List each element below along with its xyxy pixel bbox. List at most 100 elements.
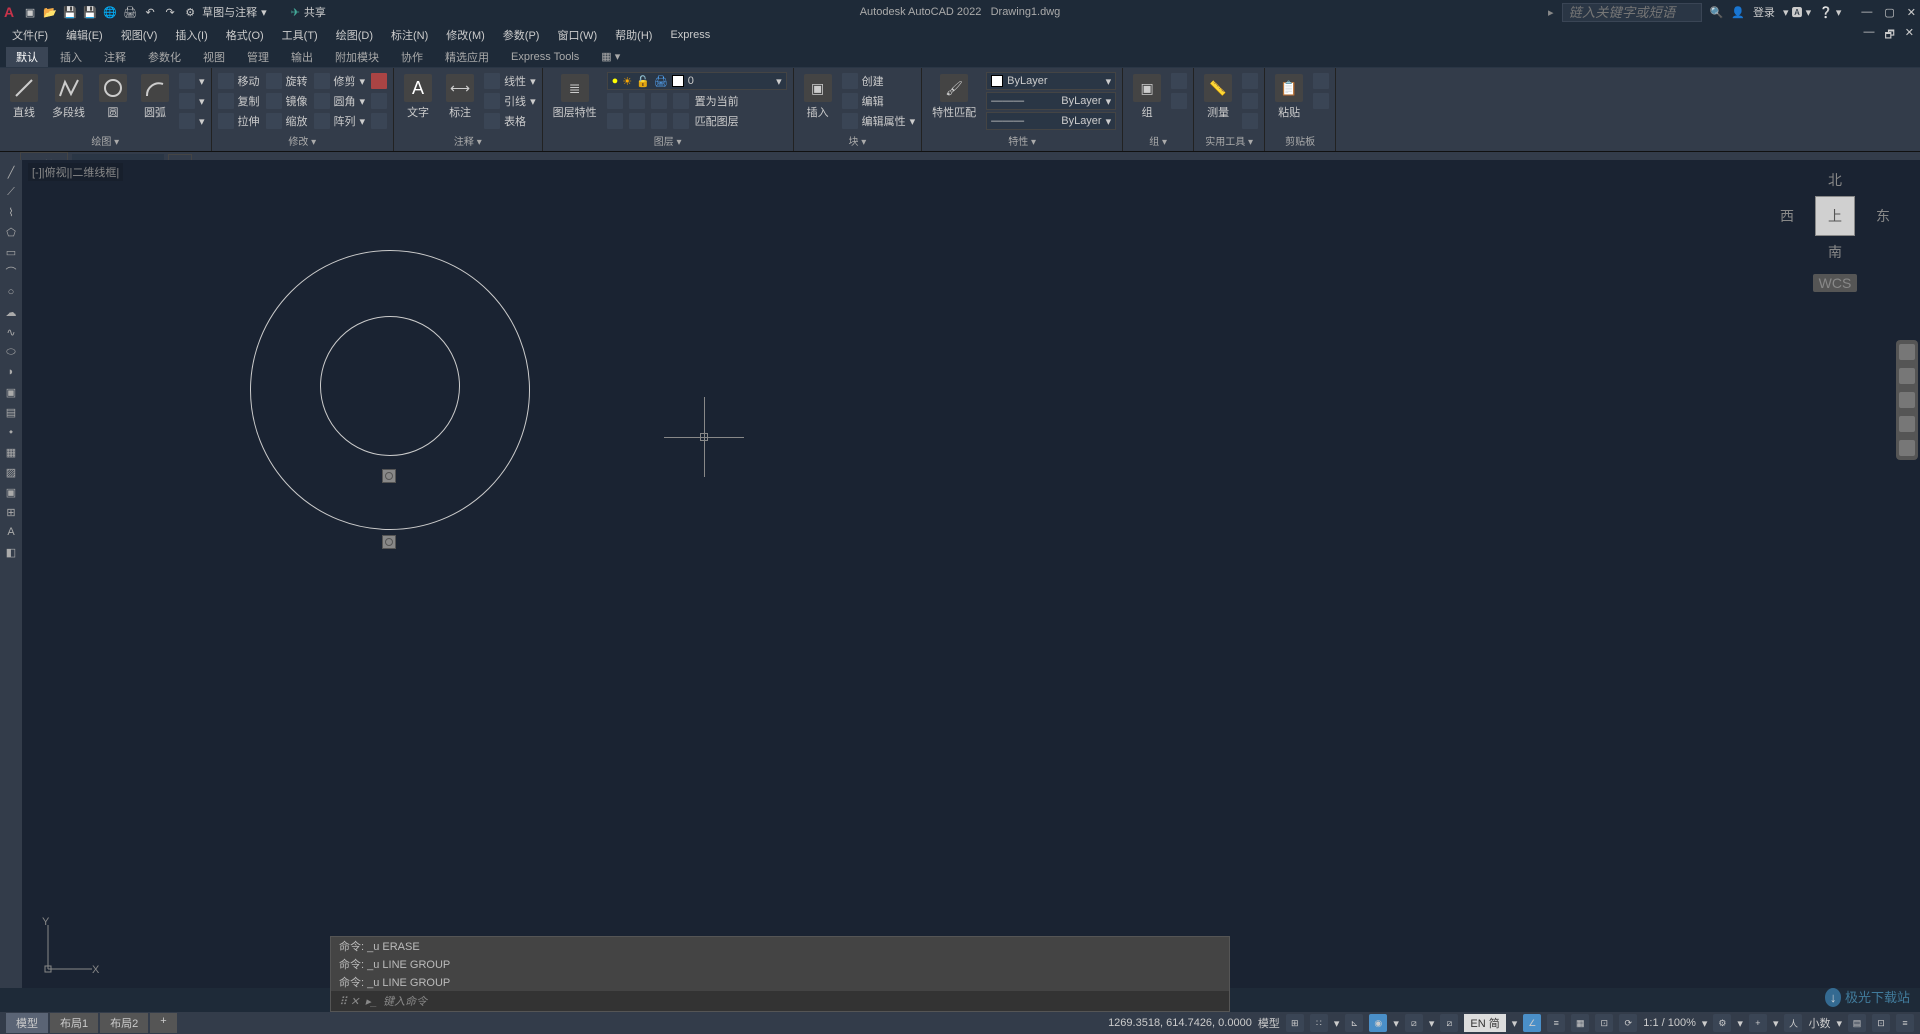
- command-window[interactable]: 命令: _u ERASE 命令: _u LINE GROUP 命令: _u LI…: [330, 936, 1230, 1012]
- polygon-tool-icon[interactable]: ⬠: [3, 224, 19, 240]
- viewcube-top[interactable]: 上: [1815, 196, 1855, 236]
- leader-button[interactable]: 引线 ▾: [484, 92, 536, 110]
- ellipsearc-tool-icon[interactable]: ◗: [3, 364, 19, 380]
- insert-button[interactable]: ▣插入: [800, 72, 836, 122]
- command-input[interactable]: ⠿ ✕▸_键入命令: [331, 991, 1229, 1011]
- lineweight-combo[interactable]: ———ByLayer▾: [986, 92, 1116, 110]
- layout-tab-1[interactable]: 布局1: [50, 1013, 98, 1033]
- match-layer-button[interactable]: 匹配图层: [695, 113, 739, 129]
- saveas-icon[interactable]: 💾: [82, 4, 98, 20]
- mirror-button[interactable]: 镜像: [266, 92, 308, 110]
- add-layout-button[interactable]: +: [150, 1013, 176, 1033]
- rect-tool-icon[interactable]: ▭: [3, 244, 19, 260]
- create-block-button[interactable]: 创建: [842, 72, 916, 90]
- mtext-tool-icon[interactable]: A: [3, 524, 19, 540]
- menu-draw[interactable]: 绘图(D): [336, 27, 373, 43]
- hatch-icon[interactable]: [179, 113, 195, 129]
- menu-file[interactable]: 文件(F): [12, 27, 48, 43]
- menu-window[interactable]: 窗口(W): [557, 27, 597, 43]
- stretch-button[interactable]: 拉伸: [218, 112, 260, 130]
- fillet-button[interactable]: 圆角 ▾: [314, 92, 366, 110]
- tab-collab[interactable]: 协作: [391, 47, 433, 67]
- layer-combo[interactable]: ●☀🔓🖨0▾: [607, 72, 787, 90]
- showmotion-icon[interactable]: [1899, 440, 1915, 456]
- linetype-combo[interactable]: ———ByLayer▾: [986, 112, 1116, 130]
- annotation-icon[interactable]: 人: [1784, 1014, 1802, 1032]
- hatch-tool-icon[interactable]: ▦: [3, 444, 19, 460]
- quickprop-icon[interactable]: ▤: [1848, 1014, 1866, 1032]
- polar-icon[interactable]: ◉: [1369, 1014, 1387, 1032]
- doc-minimize-button[interactable]: —: [1863, 26, 1874, 45]
- customize-icon[interactable]: ≡: [1896, 1014, 1914, 1032]
- group-button[interactable]: ▣组: [1129, 72, 1165, 122]
- gear-status-icon[interactable]: ⚙: [1713, 1014, 1731, 1032]
- move-button[interactable]: 移动: [218, 72, 260, 90]
- layout-tab-2[interactable]: 布局2: [100, 1013, 148, 1033]
- menu-param[interactable]: 参数(P): [503, 27, 540, 43]
- point-tool-icon[interactable]: ⬩: [3, 424, 19, 440]
- pan-icon[interactable]: [1899, 368, 1915, 384]
- inner-circle[interactable]: [320, 316, 460, 456]
- table-button[interactable]: 表格: [484, 112, 536, 130]
- offset-icon[interactable]: [371, 113, 387, 129]
- insert-tool-icon[interactable]: ▣: [3, 384, 19, 400]
- ellipse-tool-icon[interactable]: ⬭: [3, 344, 19, 360]
- ucs-icon[interactable]: Y X: [40, 917, 100, 980]
- make-current-button[interactable]: 置为当前: [695, 93, 739, 109]
- tab-annotate[interactable]: 注释: [94, 47, 136, 67]
- doc-close-button[interactable]: ✕: [1905, 26, 1914, 45]
- addselected-tool-icon[interactable]: ◧: [3, 544, 19, 560]
- panel-title[interactable]: 绘图 ▾: [6, 132, 205, 149]
- web-icon[interactable]: 🌐: [102, 4, 118, 20]
- dim-button[interactable]: ⟷标注: [442, 72, 478, 122]
- units-label[interactable]: 小数: [1808, 1015, 1830, 1031]
- tab-output[interactable]: 输出: [281, 47, 323, 67]
- grip-inner[interactable]: [382, 469, 396, 483]
- layer-prop-button[interactable]: ≣图层特性: [549, 72, 601, 122]
- measure-button[interactable]: 📏测量: [1200, 72, 1236, 122]
- ws-icon[interactable]: +: [1749, 1014, 1767, 1032]
- arc-tool-icon[interactable]: ⌒: [3, 264, 19, 280]
- line-tool-icon[interactable]: ╱: [3, 164, 19, 180]
- snap-icon[interactable]: ∷: [1310, 1014, 1328, 1032]
- arc-button[interactable]: 圆弧: [137, 72, 173, 122]
- circle-tool-icon[interactable]: ○: [3, 284, 19, 300]
- ime-indicator[interactable]: EN 简: [1464, 1014, 1505, 1032]
- text-button[interactable]: A文字: [400, 72, 436, 122]
- revcloud-tool-icon[interactable]: ☁: [3, 304, 19, 320]
- steering-wheel-icon[interactable]: [1899, 344, 1915, 360]
- search-icon[interactable]: 🔍: [1710, 6, 1724, 19]
- linear-button[interactable]: 线性 ▾: [484, 72, 536, 90]
- help-icon[interactable]: ❔ ▾: [1819, 6, 1841, 19]
- tab-default[interactable]: 默认: [6, 47, 48, 67]
- layout-tab-model[interactable]: 模型: [6, 1013, 48, 1033]
- grip-outer[interactable]: [382, 535, 396, 549]
- polyline-button[interactable]: 多段线: [48, 72, 89, 122]
- circle-button[interactable]: 圆: [95, 72, 131, 122]
- drag-handle-icon[interactable]: ⠿ ✕: [339, 995, 359, 1008]
- doc-restore-button[interactable]: 🗗: [1884, 26, 1894, 45]
- layer-icon1[interactable]: [607, 93, 623, 109]
- workspace-combo[interactable]: 草图与注释: [202, 4, 257, 20]
- transparency-icon[interactable]: ▦: [1571, 1014, 1589, 1032]
- wcs-label[interactable]: WCS: [1813, 274, 1858, 292]
- menu-modify[interactable]: 修改(M): [446, 27, 485, 43]
- paste-button[interactable]: 📋粘贴: [1271, 72, 1307, 122]
- user-icon[interactable]: 👤: [1731, 6, 1745, 19]
- menu-dim[interactable]: 标注(N): [391, 27, 428, 43]
- menu-express[interactable]: Express: [670, 29, 710, 41]
- iso-icon[interactable]: ⧄: [1405, 1014, 1423, 1032]
- spline-tool-icon[interactable]: ∿: [3, 324, 19, 340]
- trim-button[interactable]: 修剪 ▾: [314, 72, 366, 90]
- minimize-button[interactable]: —: [1861, 6, 1872, 19]
- region-tool-icon[interactable]: ▣: [3, 484, 19, 500]
- array-button[interactable]: 阵列 ▾: [314, 112, 366, 130]
- osnap-icon[interactable]: ⧄: [1440, 1014, 1458, 1032]
- search-input[interactable]: [1562, 3, 1702, 22]
- otrack-icon[interactable]: ∠: [1523, 1014, 1541, 1032]
- xline-tool-icon[interactable]: ⟋: [3, 184, 19, 200]
- rotate-button[interactable]: 旋转: [266, 72, 308, 90]
- scale-button[interactable]: 缩放: [266, 112, 308, 130]
- rect-icon[interactable]: [179, 73, 195, 89]
- table-tool-icon[interactable]: ⊞: [3, 504, 19, 520]
